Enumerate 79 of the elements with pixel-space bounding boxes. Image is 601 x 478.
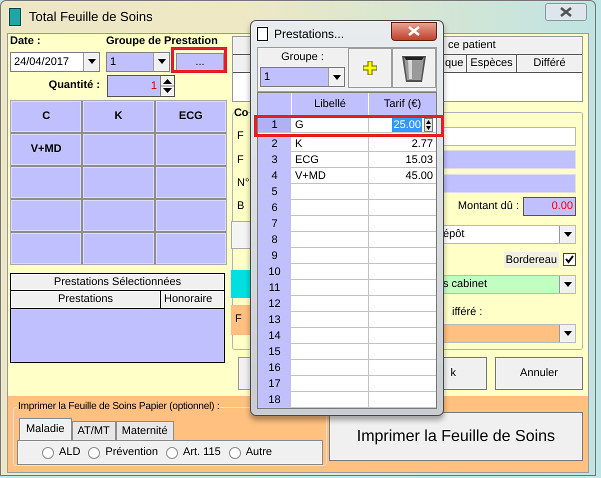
row-number[interactable]: 18 <box>258 392 292 407</box>
field-label: B <box>237 199 246 214</box>
group-title: Imprimer la Feuille de Soins Papier (optionnel) : <box>17 400 220 414</box>
row-number[interactable]: 16 <box>258 360 292 375</box>
list-header: Prestations Sélectionnées <box>11 274 224 291</box>
close-button[interactable] <box>545 3 587 21</box>
field-label: N° <box>237 176 250 191</box>
amount-label: Montant dû : <box>458 199 519 214</box>
column-header: Prestations <box>11 291 161 308</box>
row-number[interactable]: 3 <box>258 152 292 167</box>
table-cell: ECG <box>292 152 369 167</box>
browse-button[interactable]: ... <box>176 52 224 70</box>
radio-label: Autre <box>246 445 272 460</box>
column-header: Espèces <box>466 55 516 72</box>
cancel-button[interactable]: Annuler <box>495 357 583 390</box>
row-number[interactable]: 1 <box>258 117 292 132</box>
column-header: Honoraire <box>161 291 224 308</box>
row-number[interactable]: 4 <box>258 168 292 183</box>
field-label: F <box>237 152 245 168</box>
document-icon <box>257 27 268 41</box>
row-number[interactable]: 12 <box>258 296 292 311</box>
row-number[interactable]: 14 <box>258 328 292 343</box>
act-button[interactable]: C <box>11 101 82 132</box>
amount-field: 0.00 <box>523 196 576 216</box>
spin-arrows-icon[interactable] <box>425 118 432 130</box>
table-cell-text: 2.77 <box>412 136 433 152</box>
column-header: Libellé <box>292 93 369 116</box>
radio-label: Prévention <box>105 445 158 460</box>
row-number[interactable]: 7 <box>258 216 292 231</box>
act-button[interactable]: ECG <box>156 101 226 132</box>
row-number[interactable]: 2 <box>258 136 292 151</box>
row-number[interactable]: 5 <box>258 184 292 199</box>
radio-button[interactable] <box>42 446 54 458</box>
quantity-label: Quantité : <box>48 78 100 94</box>
table-cell: K <box>292 136 369 151</box>
close-icon <box>560 7 572 17</box>
column-header: Tarif (€) <box>382 97 422 112</box>
plus-icon <box>362 61 377 75</box>
radio-label: Art. 115 <box>183 445 221 460</box>
deferred-label: ifféré : <box>452 305 484 320</box>
column-header: Différé <box>516 55 582 72</box>
row-number[interactable]: 9 <box>258 248 292 263</box>
row-number[interactable]: 8 <box>258 232 292 247</box>
row-number[interactable]: 17 <box>258 376 292 391</box>
bordereau-label: Bordereau <box>504 252 559 268</box>
print-button[interactable]: Imprimer la Feuille de Soins <box>328 412 583 461</box>
group-combo[interactable]: 1 <box>260 67 345 87</box>
group-combo[interactable]: 1 <box>106 52 170 72</box>
table-cell-text: 45.00 <box>405 168 433 184</box>
row-number[interactable]: 13 <box>258 312 292 327</box>
row-number[interactable]: 10 <box>258 264 292 279</box>
radio-button[interactable] <box>166 446 178 458</box>
tab[interactable]: Maladie <box>19 418 72 440</box>
act-button[interactable]: K <box>83 101 154 132</box>
tab[interactable]: Maternité <box>116 421 174 440</box>
panel-edge <box>231 270 251 298</box>
date-label: Date : <box>10 34 42 48</box>
radio-label: ALD <box>59 445 80 460</box>
table-cell-text: 15.03 <box>405 152 433 168</box>
group-label: Groupe de Prestation <box>106 34 218 48</box>
window-title: Total Feuille de Soins <box>29 8 153 26</box>
row-number[interactable]: 15 <box>258 344 292 359</box>
add-button[interactable] <box>348 48 392 88</box>
radio-button[interactable] <box>88 446 100 458</box>
radio-button[interactable] <box>228 446 241 458</box>
tab[interactable]: AT/MT <box>72 421 116 440</box>
row-number[interactable]: 6 <box>258 200 292 215</box>
close-icon <box>408 26 420 36</box>
bordereau-checkbox[interactable] <box>563 253 576 266</box>
field-label: F <box>237 129 245 144</box>
act-button[interactable]: V+MD <box>11 134 82 165</box>
highlight-frame <box>171 47 227 73</box>
side-label: F <box>231 305 251 336</box>
table-cell: V+MD <box>292 168 369 183</box>
delete-button[interactable] <box>392 48 436 88</box>
row-number[interactable]: 11 <box>258 280 292 295</box>
close-button[interactable] <box>391 22 437 40</box>
date-combo[interactable]: 24/04/2017 <box>10 52 100 72</box>
calculator-icon <box>9 8 21 26</box>
